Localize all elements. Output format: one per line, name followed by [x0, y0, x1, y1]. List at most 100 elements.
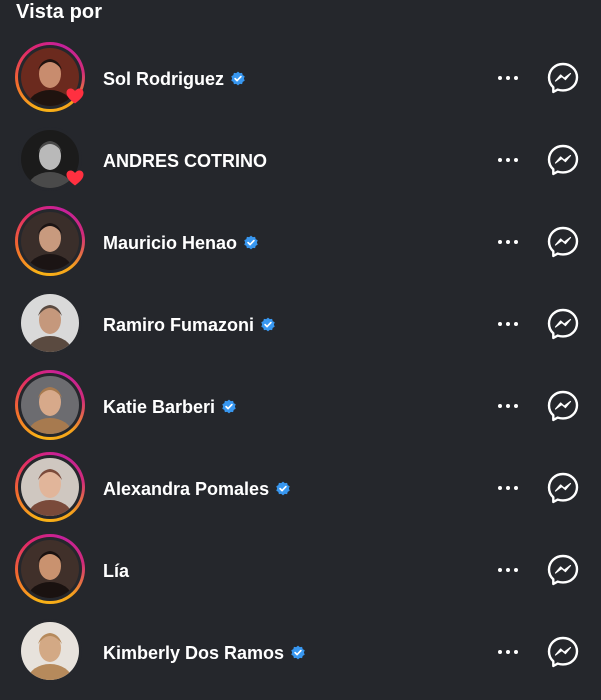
avatar[interactable] — [15, 124, 85, 194]
dot — [514, 240, 518, 244]
dot — [514, 568, 518, 572]
more-options-button[interactable] — [490, 474, 526, 502]
send-message-button[interactable] — [545, 470, 581, 506]
profile-photo — [21, 212, 79, 270]
dot — [514, 158, 518, 162]
section-title: Vista por — [16, 1, 103, 23]
viewer-name-line[interactable]: Katie Barberi — [103, 394, 237, 420]
more-horizontal-icon — [496, 240, 520, 244]
more-horizontal-icon — [496, 322, 520, 326]
viewer-list: Sol Rodriguez ANDRES COTRINO Mauricio Hena… — [0, 0, 601, 700]
dot — [498, 650, 502, 654]
more-options-button[interactable] — [490, 146, 526, 174]
more-options-button[interactable] — [490, 228, 526, 256]
more-options-button[interactable] — [490, 638, 526, 666]
viewer-name-line[interactable]: Lía — [103, 558, 129, 584]
more-options-button[interactable] — [490, 310, 526, 338]
viewer-name-line[interactable]: Mauricio Henao — [103, 230, 259, 256]
profile-photo — [21, 458, 79, 516]
dot — [506, 650, 510, 654]
dot — [514, 322, 518, 326]
viewer-row[interactable]: Alexandra Pomales — [0, 448, 601, 530]
avatar[interactable] — [15, 534, 85, 604]
dot — [506, 322, 510, 326]
send-message-button[interactable] — [545, 60, 581, 96]
dot — [514, 404, 518, 408]
dot — [498, 76, 502, 80]
verified-badge-icon — [231, 71, 245, 86]
verified-badge-icon — [276, 481, 290, 496]
verified-badge-icon — [291, 645, 305, 660]
viewer-row[interactable]: ANDRES COTRINO — [0, 120, 601, 202]
send-message-button[interactable] — [545, 552, 581, 588]
messenger-icon — [547, 144, 579, 176]
dot — [498, 568, 502, 572]
more-horizontal-icon — [496, 568, 520, 572]
more-options-button[interactable] — [490, 556, 526, 584]
send-message-button[interactable] — [545, 388, 581, 424]
heart-icon — [66, 170, 84, 186]
dot — [506, 568, 510, 572]
viewer-name-line[interactable]: ANDRES COTRINO — [103, 148, 267, 174]
viewer-name: Ramiro Fumazoni — [103, 314, 255, 335]
more-options-button[interactable] — [490, 392, 526, 420]
viewer-name-line[interactable]: Alexandra Pomales — [103, 476, 291, 502]
viewer-row[interactable]: Ramiro Fumazoni — [0, 284, 601, 366]
dot — [514, 76, 518, 80]
viewer-row[interactable]: Kimberly Dos Ramos — [0, 612, 601, 694]
messenger-icon — [547, 308, 579, 340]
more-options-button[interactable] — [490, 64, 526, 92]
dot — [498, 322, 502, 326]
avatar[interactable] — [15, 206, 85, 276]
viewer-name: Sol Rodriguez — [103, 68, 224, 89]
avatar[interactable] — [15, 370, 85, 440]
more-horizontal-icon — [496, 404, 520, 408]
viewer-name-line[interactable]: Sol Rodriguez — [103, 66, 246, 92]
profile-photo — [21, 622, 79, 680]
story-viewers-screen: Sol Rodriguez ANDRES COTRINO Mauricio Hena… — [0, 0, 601, 700]
verified-badge-icon — [244, 235, 258, 250]
profile-photo — [21, 376, 79, 434]
viewer-name: Mauricio Henao — [103, 232, 238, 253]
messenger-icon — [547, 390, 579, 422]
viewer-name: Alexandra Pomales — [103, 478, 270, 499]
dot — [506, 76, 510, 80]
viewer-name: ANDRES COTRINO — [103, 150, 268, 171]
dot — [498, 158, 502, 162]
more-horizontal-icon — [496, 76, 520, 80]
dot — [498, 486, 502, 490]
profile-photo — [21, 540, 79, 598]
more-horizontal-icon — [496, 486, 520, 490]
viewer-name-line[interactable]: Ramiro Fumazoni — [103, 312, 276, 338]
heart-icon — [66, 88, 84, 104]
avatar[interactable] — [15, 616, 85, 686]
dot — [506, 240, 510, 244]
viewer-row[interactable]: Lía — [0, 530, 601, 612]
verified-badge-icon — [261, 317, 275, 332]
viewer-row[interactable]: Sol Rodriguez — [0, 38, 601, 120]
send-message-button[interactable] — [545, 306, 581, 342]
dot — [498, 240, 502, 244]
avatar[interactable] — [15, 288, 85, 358]
profile-photo — [21, 294, 79, 352]
dot — [506, 404, 510, 408]
avatar[interactable] — [15, 452, 85, 522]
messenger-icon — [547, 472, 579, 504]
viewer-name: Katie Barberi — [103, 396, 216, 417]
viewer-name-line[interactable]: Kimberly Dos Ramos — [103, 640, 306, 666]
messenger-icon — [547, 226, 579, 258]
dot — [514, 486, 518, 490]
more-horizontal-icon — [496, 650, 520, 654]
viewer-name: Lía — [103, 560, 130, 581]
viewer-row[interactable]: Mauricio Henao — [0, 202, 601, 284]
avatar[interactable] — [15, 42, 85, 112]
viewer-row[interactable]: Katie Barberi — [0, 366, 601, 448]
messenger-icon — [547, 554, 579, 586]
messenger-icon — [547, 636, 579, 668]
send-message-button[interactable] — [545, 634, 581, 670]
dot — [506, 158, 510, 162]
send-message-button[interactable] — [545, 224, 581, 260]
dot — [498, 404, 502, 408]
send-message-button[interactable] — [545, 142, 581, 178]
more-horizontal-icon — [496, 158, 520, 162]
